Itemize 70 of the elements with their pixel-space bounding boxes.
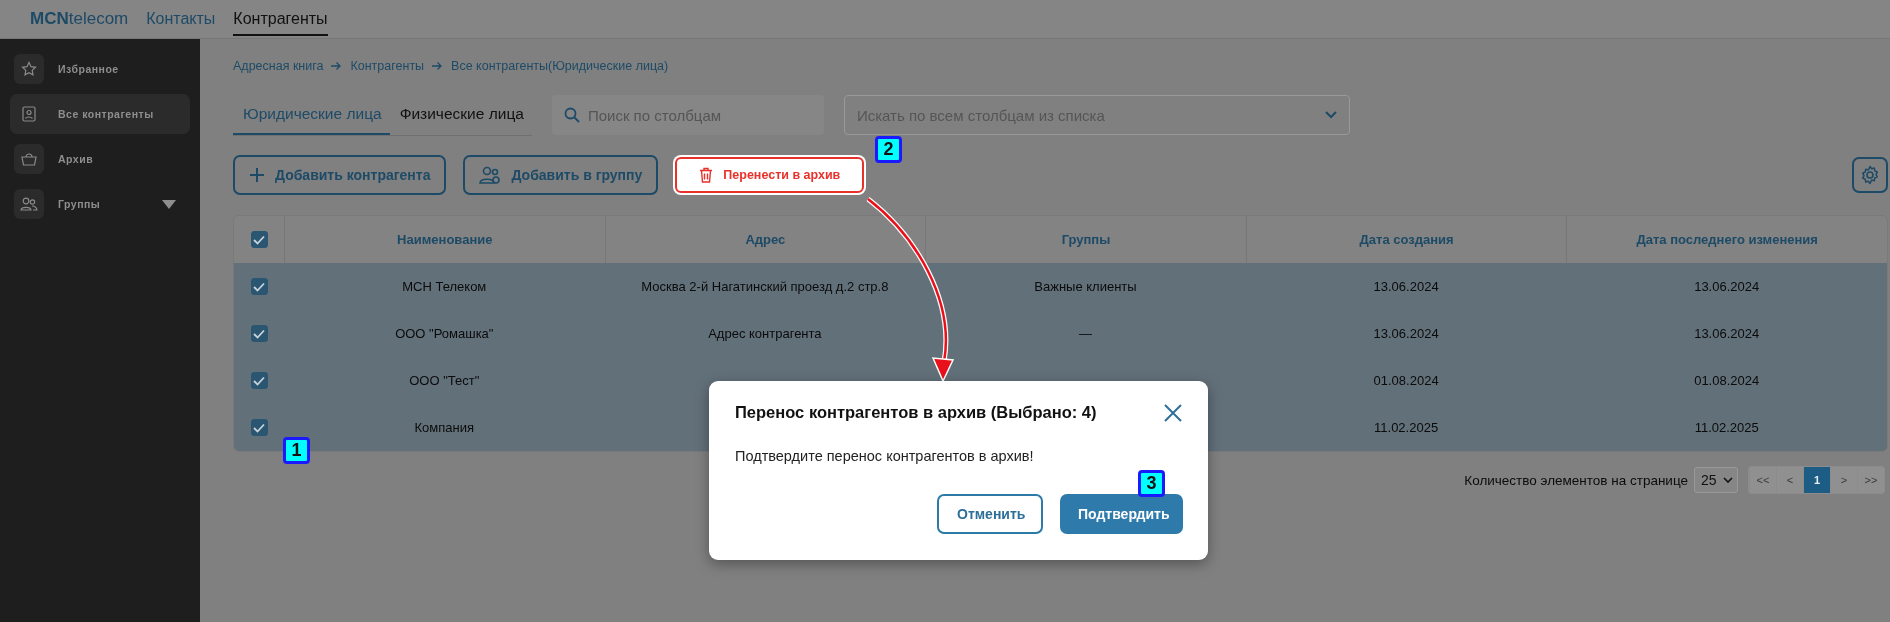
table-cell: ООО "Ромашка" [395,326,494,341]
archive-button[interactable]: Перенести в архив [675,157,865,193]
page-button[interactable]: 1 [1803,467,1830,493]
page-size-label: Количество элементов на странице [1464,472,1688,488]
page-button[interactable]: << [1749,467,1776,493]
add-button[interactable]: Добавить в группу [463,155,659,195]
tab[interactable]: Физические лица [389,94,532,135]
chevron-down-icon [1324,111,1337,119]
trash-icon [699,167,714,183]
checkbox[interactable] [250,419,268,436]
column-header[interactable]: Адрес [745,232,786,247]
page-button[interactable]: < [1776,467,1803,493]
dialog-title: Перенос контрагентов в архив (Выбрано: 4) [735,403,1097,422]
star-icon [21,61,37,77]
table-cell: 11.02.2025 [1694,420,1759,435]
sidebar-item[interactable]: Группы [10,184,190,224]
contact-card-icon [22,106,36,122]
table-cell: Важные клиенты [1034,279,1137,294]
arrow-right-icon [432,61,444,71]
table-cell: 01.08.2024 [1694,373,1760,388]
table-cell: ООО "Тест" [409,373,480,388]
callout-badge: 1 [283,437,310,464]
arrow-right-icon [331,61,343,71]
column-header[interactable]: Наименование [397,232,493,247]
sidebar-item[interactable]: Архив [10,139,190,179]
table-cell: 13.06.2024 [1373,279,1439,294]
breadcrumb-link[interactable]: Адресная книга [233,59,324,73]
add-button[interactable]: Добавить контрагента [233,155,447,195]
table-cell: Адрес контрагента [708,326,822,341]
checkbox[interactable] [250,231,268,248]
gear-icon [1860,165,1880,185]
breadcrumb-link[interactable]: Контрагенты [350,59,425,73]
dialog-message: Подтвердите перенос контрагентов в архив! [735,448,1035,464]
nav-tab[interactable]: Контрагенты [233,2,328,36]
table-cell: 01.08.2024 [1373,373,1439,388]
search-icon [563,107,580,123]
caret-icon[interactable] [162,199,176,209]
cancel-button[interactable]: Отменить [937,494,1043,534]
users-icon [479,166,502,184]
users-icon [20,197,38,211]
table-cell: МСН Телеком [402,279,487,294]
nav-tab[interactable]: Контакты [146,2,216,36]
checkbox[interactable] [250,325,268,342]
page-size-select[interactable]: 25 [1694,467,1738,493]
sidebar-item[interactable]: Избранное [10,49,190,89]
column-header[interactable]: Группы [1061,232,1111,247]
page-button[interactable]: > [1830,467,1857,493]
checkbox[interactable] [250,278,268,295]
chevron-down-icon [1723,477,1733,483]
basket-icon [21,152,37,166]
table-cell: Компания [414,420,475,435]
sidebar-item[interactable]: Все контрагенты [10,94,190,134]
table-cell: 11.02.2025 [1374,420,1439,435]
logo[interactable]: MCNtelecom [30,9,129,29]
confirm-button[interactable]: Подтвердить [1060,494,1183,534]
column-header[interactable]: Дата последнего изменения [1636,232,1818,247]
table-cell: 13.06.2024 [1694,279,1760,294]
table-cell: 13.06.2024 [1373,326,1439,341]
page-button[interactable]: >> [1857,467,1884,493]
close-button[interactable] [1164,403,1182,422]
table-cell: — [1079,326,1092,341]
table-cell: 13.06.2024 [1694,326,1760,341]
column-header[interactable]: Дата создания [1359,232,1454,247]
breadcrumb-link[interactable]: Все контрагенты(Юридические лица) [451,59,669,73]
table-cell: Москва 2-й Нагатинский проезд д.2 стр.8 [641,279,889,294]
tab[interactable]: Юридические лица [233,94,390,135]
plus-icon [249,167,265,183]
checkbox[interactable] [250,372,268,389]
callout-badge: 2 [875,136,902,163]
callout-badge: 3 [1138,470,1165,497]
